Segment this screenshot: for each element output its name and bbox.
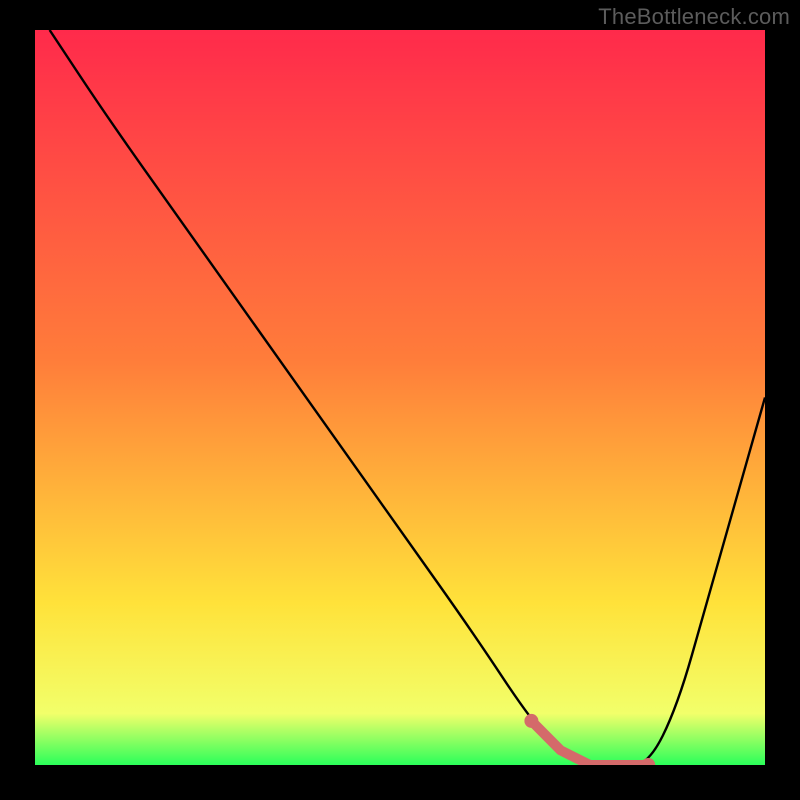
watermark-text: TheBottleneck.com — [598, 4, 790, 30]
optimal-band-start-dot — [524, 714, 538, 728]
plot-area — [35, 30, 765, 765]
chart-frame: TheBottleneck.com — [0, 0, 800, 800]
chart-svg — [35, 30, 765, 765]
gradient-background — [35, 30, 765, 765]
